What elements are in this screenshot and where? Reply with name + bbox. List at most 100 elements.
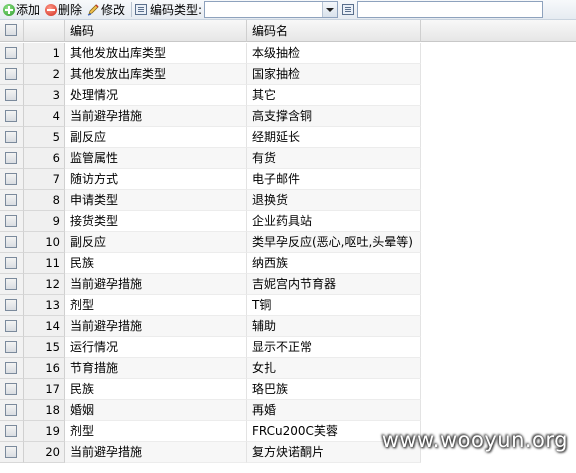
row-checkbox[interactable]: [5, 236, 17, 248]
table-row[interactable]: 13 剂型 T铜: [0, 295, 576, 316]
table-row[interactable]: 16 节育措施 女扎: [0, 358, 576, 379]
row-number: 15: [24, 337, 65, 358]
row-checkbox-cell[interactable]: [0, 190, 24, 211]
row-checkbox-cell[interactable]: [0, 337, 24, 358]
row-checkbox[interactable]: [5, 383, 17, 395]
delete-button[interactable]: 删除: [42, 1, 84, 19]
add-button[interactable]: 添加: [0, 1, 42, 19]
row-checkbox[interactable]: [5, 320, 17, 332]
row-number: 4: [24, 106, 65, 127]
row-number: 6: [24, 148, 65, 169]
row-checkbox[interactable]: [5, 404, 17, 416]
row-checkbox-cell[interactable]: [0, 421, 24, 442]
code-cell: 申请类型: [65, 190, 247, 211]
row-checkbox[interactable]: [5, 278, 17, 290]
column-header-code[interactable]: 编码: [65, 20, 247, 42]
chevron-down-icon[interactable]: [322, 2, 338, 17]
row-checkbox-cell[interactable]: [0, 43, 24, 64]
toolbar-divider: [131, 2, 133, 17]
row-checkbox[interactable]: [5, 362, 17, 374]
row-checkbox[interactable]: [5, 299, 17, 311]
table-row[interactable]: 9 接货类型 企业药具站: [0, 211, 576, 232]
row-checkbox-cell[interactable]: [0, 148, 24, 169]
row-checkbox-cell[interactable]: [0, 316, 24, 337]
list-icon: [342, 4, 355, 15]
row-checkbox-cell[interactable]: [0, 232, 24, 253]
table-row[interactable]: 12 当前避孕措施 吉妮宫内节育器: [0, 274, 576, 295]
name-cell: 显示不正常: [247, 337, 421, 358]
row-checkbox-cell[interactable]: [0, 358, 24, 379]
table-row[interactable]: 15 运行情况 显示不正常: [0, 337, 576, 358]
row-checkbox-cell[interactable]: [0, 64, 24, 85]
select-all-cell[interactable]: [0, 20, 24, 42]
table-row[interactable]: 10 副反应 类早孕反应(恶心,呕吐,头晕等): [0, 232, 576, 253]
row-checkbox[interactable]: [5, 131, 17, 143]
row-checkbox[interactable]: [5, 425, 17, 437]
row-number: 7: [24, 169, 65, 190]
code-type-select[interactable]: [204, 1, 339, 18]
row-number: 17: [24, 379, 65, 400]
row-checkbox-cell[interactable]: [0, 442, 24, 463]
table-row[interactable]: 11 民族 纳西族: [0, 253, 576, 274]
row-checkbox[interactable]: [5, 341, 17, 353]
name-cell: 类早孕反应(恶心,呕吐,头晕等): [247, 232, 421, 253]
search-input[interactable]: [357, 1, 544, 18]
table-row[interactable]: 8 申请类型 退换货: [0, 190, 576, 211]
row-checkbox[interactable]: [5, 152, 17, 164]
row-checkbox-cell[interactable]: [0, 169, 24, 190]
table-row[interactable]: 1 其他发放出库类型 本级抽检: [0, 43, 576, 64]
row-number: 14: [24, 316, 65, 337]
table-row[interactable]: 4 当前避孕措施 高支撑含铜: [0, 106, 576, 127]
code-cell: 运行情况: [65, 337, 247, 358]
name-cell: 吉妮宫内节育器: [247, 274, 421, 295]
code-type-list-button[interactable]: [340, 2, 356, 18]
name-cell: 退换货: [247, 190, 421, 211]
row-number: 2: [24, 64, 65, 85]
code-type-label: 编码类型:: [150, 3, 203, 17]
row-checkbox-cell[interactable]: [0, 211, 24, 232]
grid-header: 编码 编码名: [0, 20, 576, 42]
row-checkbox-cell[interactable]: [0, 253, 24, 274]
row-checkbox-cell[interactable]: [0, 379, 24, 400]
edit-button[interactable]: 修改: [84, 1, 127, 19]
row-checkbox[interactable]: [5, 68, 17, 80]
code-cell: 其他发放出库类型: [65, 64, 247, 85]
row-checkbox-cell[interactable]: [0, 274, 24, 295]
row-checkbox[interactable]: [5, 89, 17, 101]
row-checkbox-cell[interactable]: [0, 400, 24, 421]
row-number: 13: [24, 295, 65, 316]
row-checkbox[interactable]: [5, 173, 17, 185]
table-row[interactable]: 5 副反应 经期延长: [0, 127, 576, 148]
row-checkbox[interactable]: [5, 110, 17, 122]
row-number: 11: [24, 253, 65, 274]
row-checkbox[interactable]: [5, 194, 17, 206]
name-cell: 国家抽检: [247, 64, 421, 85]
table-row[interactable]: 6 监管属性 有货: [0, 148, 576, 169]
table-row[interactable]: 18 婚姻 再婚: [0, 400, 576, 421]
code-cell: 剂型: [65, 295, 247, 316]
table-row[interactable]: 7 随访方式 电子邮件: [0, 169, 576, 190]
select-all-checkbox[interactable]: [5, 24, 17, 36]
row-checkbox-cell[interactable]: [0, 85, 24, 106]
row-checkbox[interactable]: [5, 446, 17, 458]
row-number: 16: [24, 358, 65, 379]
delete-icon: [45, 3, 58, 16]
table-row[interactable]: 17 民族 珞巴族: [0, 379, 576, 400]
name-cell: 辅助: [247, 316, 421, 337]
name-cell: 本级抽检: [247, 43, 421, 64]
name-cell: 企业药具站: [247, 211, 421, 232]
row-checkbox[interactable]: [5, 47, 17, 59]
row-checkbox[interactable]: [5, 257, 17, 269]
name-cell: 有货: [247, 148, 421, 169]
row-checkbox-cell[interactable]: [0, 295, 24, 316]
row-checkbox-cell[interactable]: [0, 106, 24, 127]
row-checkbox[interactable]: [5, 215, 17, 227]
row-checkbox-cell[interactable]: [0, 127, 24, 148]
name-cell: 珞巴族: [247, 379, 421, 400]
code-cell: 副反应: [65, 127, 247, 148]
row-number: 12: [24, 274, 65, 295]
table-row[interactable]: 14 当前避孕措施 辅助: [0, 316, 576, 337]
table-row[interactable]: 3 处理情况 其它: [0, 85, 576, 106]
column-header-name[interactable]: 编码名: [247, 20, 421, 42]
table-row[interactable]: 2 其他发放出库类型 国家抽检: [0, 64, 576, 85]
